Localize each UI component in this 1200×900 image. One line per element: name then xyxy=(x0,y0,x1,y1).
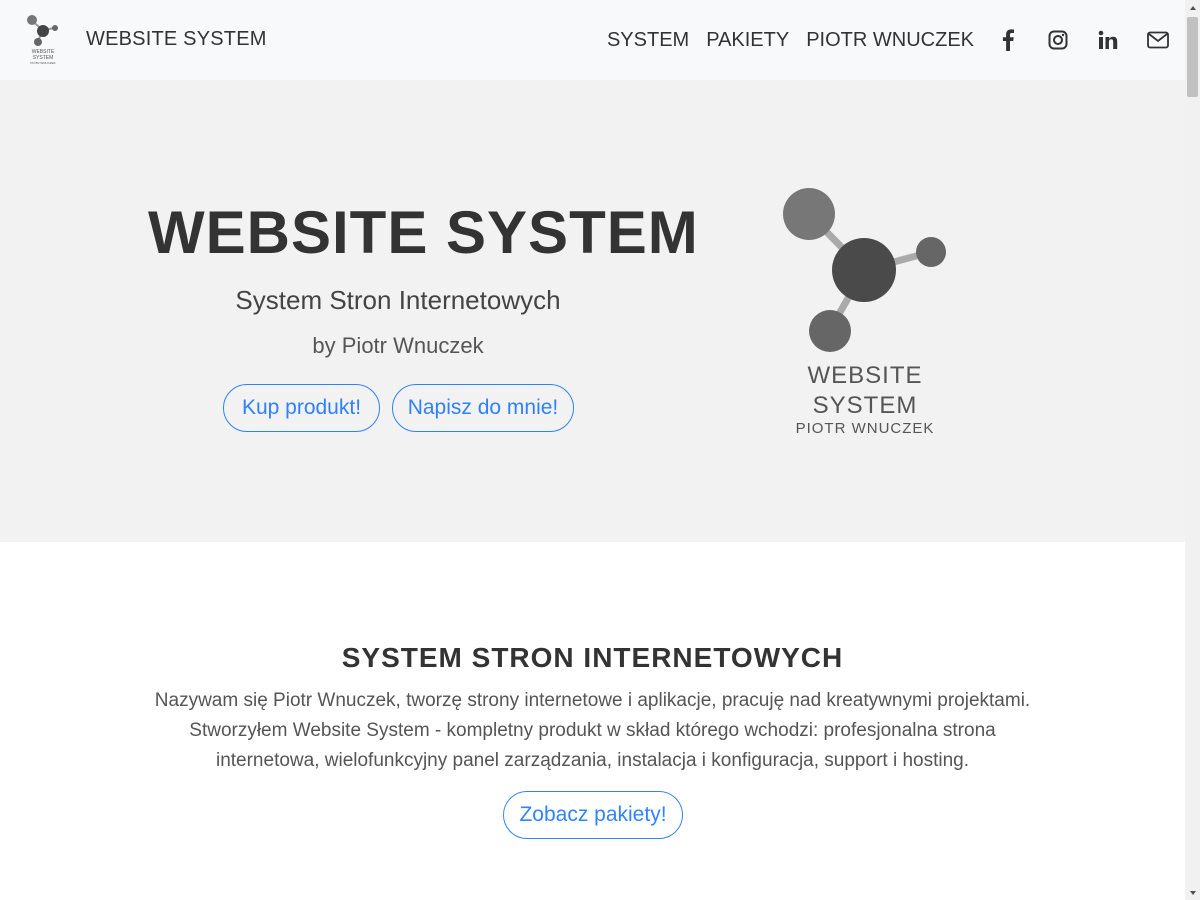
nav-links: SYSTEM PAKIETY PIOTR WNUCZEK xyxy=(607,0,1185,80)
instagram-icon[interactable] xyxy=(1047,29,1069,51)
section-title: SYSTEM STRON INTERNETOWYCH xyxy=(341,642,844,673)
scroll-up-icon[interactable] xyxy=(1185,0,1200,15)
brand-logo-icon: WEBSITE SYSTEM PIOTR WNUCZEK xyxy=(27,15,58,65)
nav-link-piotr-wnuczek[interactable]: PIOTR WNUCZEK xyxy=(806,29,974,52)
hero-subtitle: System Stron Internetowych xyxy=(235,285,561,315)
hero-title: WEBSITE SYSTEM xyxy=(148,199,699,266)
logo-text-system: SYSTEM xyxy=(812,392,918,419)
linkedin-icon[interactable] xyxy=(1097,29,1119,51)
see-packages-button[interactable]: Zobacz pakiety! xyxy=(503,791,683,839)
contact-button[interactable]: Napisz do mnie! xyxy=(392,384,574,432)
hero-section: WEBSITE SYSTEM System Stron Internetowyc… xyxy=(0,80,1185,542)
brand-text: WEBSITE SYSTEM xyxy=(86,28,267,50)
vertical-scrollbar[interactable] xyxy=(1185,0,1200,900)
hero-byline: by Piotr Wnuczek xyxy=(312,333,484,358)
svg-text:PIOTR WNUCZEK: PIOTR WNUCZEK xyxy=(30,61,55,65)
buy-product-button[interactable]: Kup produkt! xyxy=(223,384,380,432)
nav-link-pakiety[interactable]: PAKIETY xyxy=(706,29,789,52)
page: WEBSITE SYSTEM PIOTR WNUCZEK WEBSITE SYS… xyxy=(0,0,1185,900)
logo-text-website: WEBSITE xyxy=(807,362,923,389)
section-body: Nazywam się Piotr Wnuczek, tworzę strony… xyxy=(154,690,1031,771)
logo-text-author: PIOTR WNUCZEK xyxy=(795,420,935,437)
scroll-thumb[interactable] xyxy=(1187,17,1198,97)
navbar: WEBSITE SYSTEM PIOTR WNUCZEK WEBSITE SYS… xyxy=(0,0,1185,80)
mail-icon[interactable] xyxy=(1147,29,1169,51)
scroll-down-icon[interactable] xyxy=(1185,885,1200,900)
facebook-icon[interactable] xyxy=(997,29,1019,51)
nav-link-system[interactable]: SYSTEM xyxy=(607,29,689,52)
